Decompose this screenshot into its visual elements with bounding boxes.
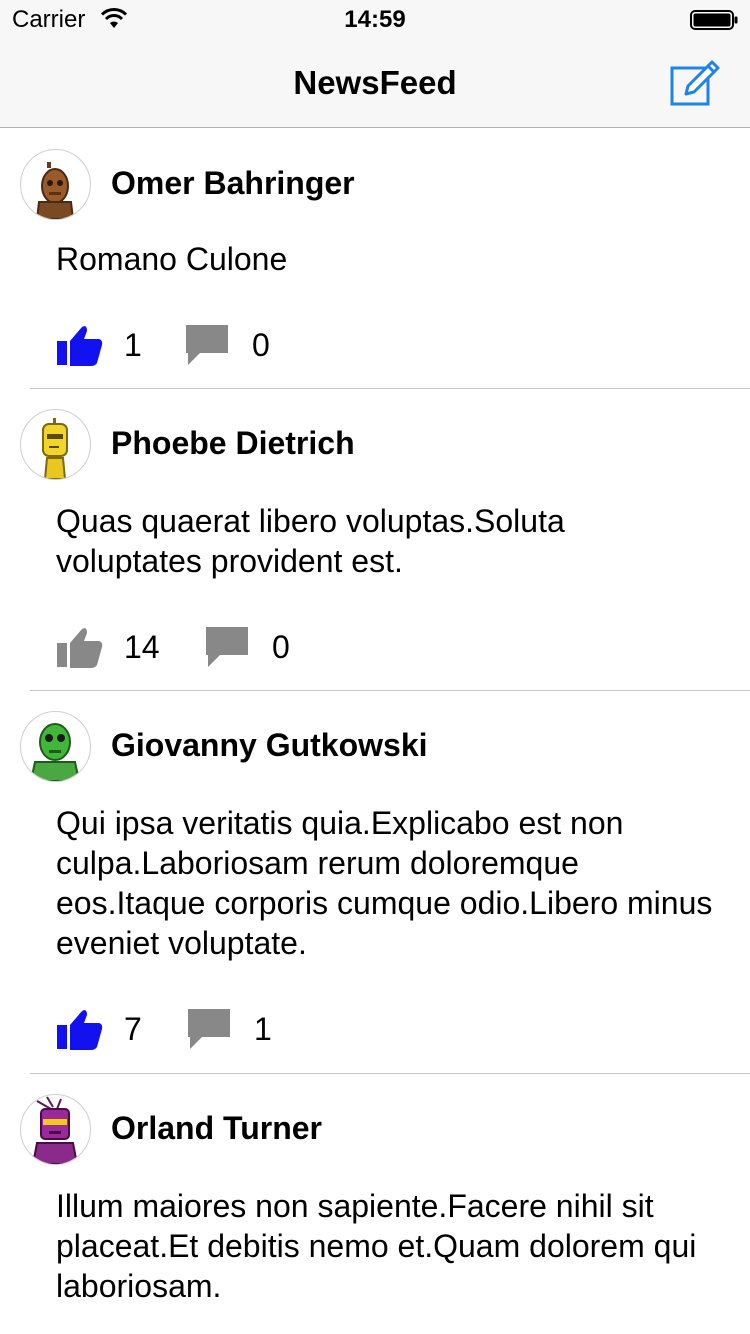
thumbs-up-icon [57, 1010, 103, 1050]
post-author[interactable]: Phoebe Dietrich [111, 425, 355, 462]
post-author[interactable]: Giovanny Gutkowski [111, 727, 428, 764]
comment-icon [206, 627, 248, 667]
page-title: NewsFeed [293, 64, 457, 101]
comment-count: 0 [252, 327, 270, 363]
avatar[interactable] [20, 1094, 91, 1165]
feed-post[interactable]: Orland Turner Illum maiores non sapiente… [0, 1074, 750, 1334]
like-count: 1 [124, 327, 142, 363]
thumbs-up-icon [57, 326, 103, 366]
comment-icon [186, 325, 228, 365]
like-button[interactable] [56, 625, 104, 669]
like-button[interactable] [56, 1007, 104, 1051]
brown-robot-avatar-icon [35, 162, 75, 219]
post-body: Illum maiores non sapiente.Facere nihil … [56, 1188, 697, 1304]
like-count: 7 [124, 1011, 142, 1047]
post-author[interactable]: Orland Turner [111, 1110, 322, 1147]
comment-button[interactable] [186, 1007, 234, 1051]
like-count: 14 [124, 629, 160, 665]
like-button[interactable] [56, 323, 104, 367]
avatar[interactable] [20, 149, 91, 220]
feed-post[interactable]: Phoebe Dietrich Quas quaerat libero volu… [0, 389, 750, 691]
thumbs-up-icon [57, 628, 103, 668]
compose-button[interactable] [668, 58, 722, 108]
post-body: Romano Culone [56, 241, 288, 277]
clock: 14:59 [344, 6, 406, 33]
avatar[interactable] [20, 711, 91, 782]
post-body: Quas quaerat libero voluptas.Soluta volu… [56, 503, 565, 579]
avatar[interactable] [20, 409, 91, 480]
status-bar: Carrier 14:59 [0, 0, 750, 40]
nav-bar: NewsFeed [0, 40, 750, 128]
green-robot-avatar-icon [29, 723, 81, 781]
comment-icon [188, 1009, 230, 1049]
comment-count: 1 [254, 1011, 272, 1047]
post-body: Qui ipsa veritatis quia.Explicabo est no… [56, 805, 713, 961]
compose-icon [670, 60, 720, 106]
purple-robot-avatar-icon [31, 1096, 79, 1164]
feed-post[interactable]: Omer Bahringer Romano Culone 1 0 [0, 129, 750, 389]
comment-button[interactable] [204, 625, 252, 669]
post-author[interactable]: Omer Bahringer [111, 165, 355, 202]
comment-button[interactable] [184, 323, 232, 367]
comment-count: 0 [272, 629, 290, 665]
battery-icon [690, 10, 738, 30]
yellow-robot-avatar-icon [42, 418, 68, 479]
feed-post[interactable]: Giovanny Gutkowski Qui ipsa veritatis qu… [0, 691, 750, 1074]
news-feed[interactable]: Omer Bahringer Romano Culone 1 0 Phoebe … [0, 129, 750, 1334]
